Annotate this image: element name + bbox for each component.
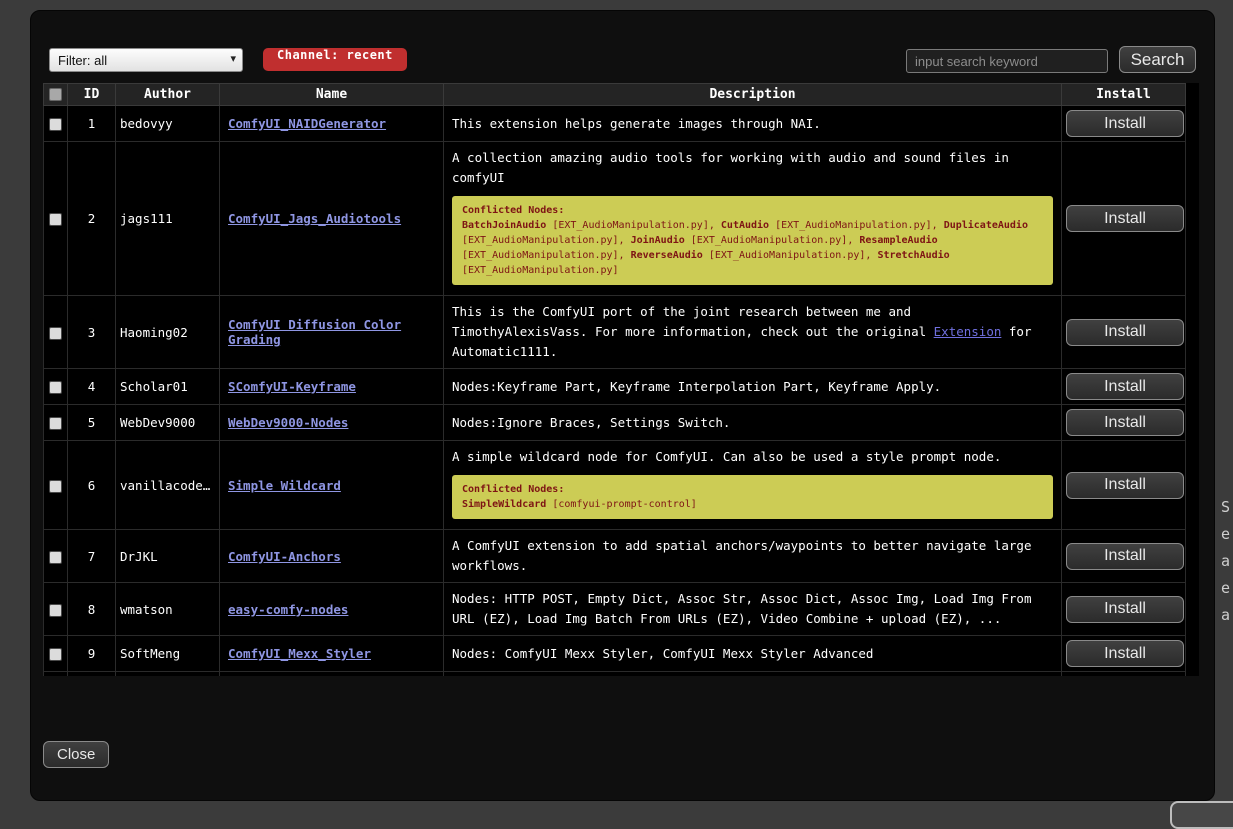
table-row: 10 zcfrank1st ComfyUI Yolov8 Nodes: Yolo… [44, 672, 1186, 677]
row-description: Nodes:Ignore Braces, Settings Switch. [444, 405, 1062, 441]
install-button[interactable]: Install [1066, 472, 1184, 499]
row-author: Haoming02 [116, 296, 220, 369]
column-header-install: Install [1062, 84, 1186, 106]
row-id: 6 [68, 441, 116, 530]
row-checkbox[interactable] [49, 551, 62, 564]
table-row: 2 jags111 ComfyUI_Jags_Audiotools A coll… [44, 142, 1186, 296]
node-name-link[interactable]: Simple Wildcard [228, 478, 341, 493]
row-author: jags111 [116, 142, 220, 296]
row-id: 2 [68, 142, 116, 296]
row-checkbox[interactable] [49, 327, 62, 340]
install-button[interactable]: Install [1066, 319, 1184, 346]
search-button[interactable]: Search [1119, 46, 1196, 73]
table-row: 6 vanillacode… Simple Wildcard A simple … [44, 441, 1186, 530]
custom-nodes-table-scroll[interactable]: ID Author Name Description Install 1 bed… [43, 83, 1199, 676]
row-description: A ComfyUI extension to add spatial ancho… [444, 530, 1062, 583]
node-name-link[interactable]: easy-comfy-nodes [228, 602, 348, 617]
row-author: bedovyy [116, 106, 220, 142]
row-author: DrJKL [116, 530, 220, 583]
row-description: Nodes:Keyframe Part, Keyframe Interpolat… [444, 369, 1062, 405]
row-checkbox[interactable] [49, 480, 62, 493]
row-description: A collection amazing audio tools for wor… [444, 142, 1062, 296]
row-author: Scholar01 [116, 369, 220, 405]
clipped-background-text: S e a e a [1221, 494, 1230, 629]
row-description: Nodes: ComfyUI Mexx Styler, ComfyUI Mexx… [444, 636, 1062, 672]
column-header-author: Author [116, 84, 220, 106]
row-author: wmatson [116, 583, 220, 636]
install-button[interactable]: Install [1066, 640, 1184, 667]
column-header-id: ID [68, 84, 116, 106]
row-checkbox[interactable] [49, 381, 62, 394]
row-id: 8 [68, 583, 116, 636]
install-custom-nodes-dialog: Filter: all ▾ Channel: recent Search ID … [30, 10, 1215, 801]
install-button[interactable]: Install [1066, 110, 1184, 137]
row-author: WebDev9000 [116, 405, 220, 441]
search-input[interactable] [906, 49, 1108, 73]
row-checkbox[interactable] [49, 417, 62, 430]
row-author: vanillacode… [116, 441, 220, 530]
row-id: 10 [68, 672, 116, 677]
node-name-link[interactable]: ComfyUI_NAIDGenerator [228, 116, 386, 131]
row-description: Nodes: Yolov8Detection, Yolov8Segmentati… [444, 672, 1062, 677]
row-id: 9 [68, 636, 116, 672]
row-id: 4 [68, 369, 116, 405]
row-author: SoftMeng [116, 636, 220, 672]
clipped-background-button [1170, 801, 1233, 829]
select-all-checkbox[interactable] [49, 88, 62, 101]
install-button[interactable]: Install [1066, 409, 1184, 436]
table-row: 4 Scholar01 SComfyUI-Keyframe Nodes:Keyf… [44, 369, 1186, 405]
row-checkbox[interactable] [49, 648, 62, 661]
row-description: Nodes: HTTP POST, Empty Dict, Assoc Str,… [444, 583, 1062, 636]
row-checkbox[interactable] [49, 118, 62, 131]
filter-select-wrap: Filter: all ▾ [49, 48, 243, 72]
row-description: This is the ComfyUI port of the joint re… [444, 296, 1062, 369]
table-row: 5 WebDev9000 WebDev9000-Nodes Nodes:Igno… [44, 405, 1186, 441]
row-checkbox[interactable] [49, 213, 62, 226]
conflict-nodes-box: Conflicted Nodes: SimpleWildcard [comfyu… [452, 475, 1053, 519]
node-name-link[interactable]: ComfyUI_Mexx_Styler [228, 646, 371, 661]
row-checkbox[interactable] [49, 604, 62, 617]
close-button[interactable]: Close [43, 741, 109, 768]
node-name-link[interactable]: ComfyUI-Anchors [228, 549, 341, 564]
install-button[interactable]: Install [1066, 596, 1184, 623]
row-author: zcfrank1st [116, 672, 220, 677]
channel-badge: Channel: recent [263, 48, 407, 71]
table-row: 8 wmatson easy-comfy-nodes Nodes: HTTP P… [44, 583, 1186, 636]
row-id: 5 [68, 405, 116, 441]
table-header-row: ID Author Name Description Install [44, 84, 1186, 106]
custom-nodes-table: ID Author Name Description Install 1 bed… [43, 83, 1186, 676]
install-button[interactable]: Install [1066, 373, 1184, 400]
node-name-link[interactable]: WebDev9000-Nodes [228, 415, 348, 430]
column-header-name: Name [220, 84, 444, 106]
column-header-description: Description [444, 84, 1062, 106]
table-row: 9 SoftMeng ComfyUI_Mexx_Styler Nodes: Co… [44, 636, 1186, 672]
row-id: 1 [68, 106, 116, 142]
conflict-nodes-box: Conflicted Nodes: BatchJoinAudio [EXT_Au… [452, 196, 1053, 285]
install-button[interactable]: Install [1066, 543, 1184, 570]
node-name-link[interactable]: ComfyUI_Jags_Audiotools [228, 211, 401, 226]
table-row: 7 DrJKL ComfyUI-Anchors A ComfyUI extens… [44, 530, 1186, 583]
node-name-link[interactable]: SComfyUI-Keyframe [228, 379, 356, 394]
filter-select[interactable]: Filter: all [49, 48, 243, 72]
table-row: 1 bedovyy ComfyUI_NAIDGenerator This ext… [44, 106, 1186, 142]
row-id: 3 [68, 296, 116, 369]
row-id: 7 [68, 530, 116, 583]
node-name-link[interactable]: ComfyUI Diffusion Color Grading [228, 317, 401, 347]
table-row: 3 Haoming02 ComfyUI Diffusion Color Grad… [44, 296, 1186, 369]
extension-link[interactable]: Extension [934, 324, 1002, 339]
row-description: A simple wildcard node for ComfyUI. Can … [444, 441, 1062, 530]
row-description: This extension helps generate images thr… [444, 106, 1062, 142]
install-button[interactable]: Install [1066, 205, 1184, 232]
